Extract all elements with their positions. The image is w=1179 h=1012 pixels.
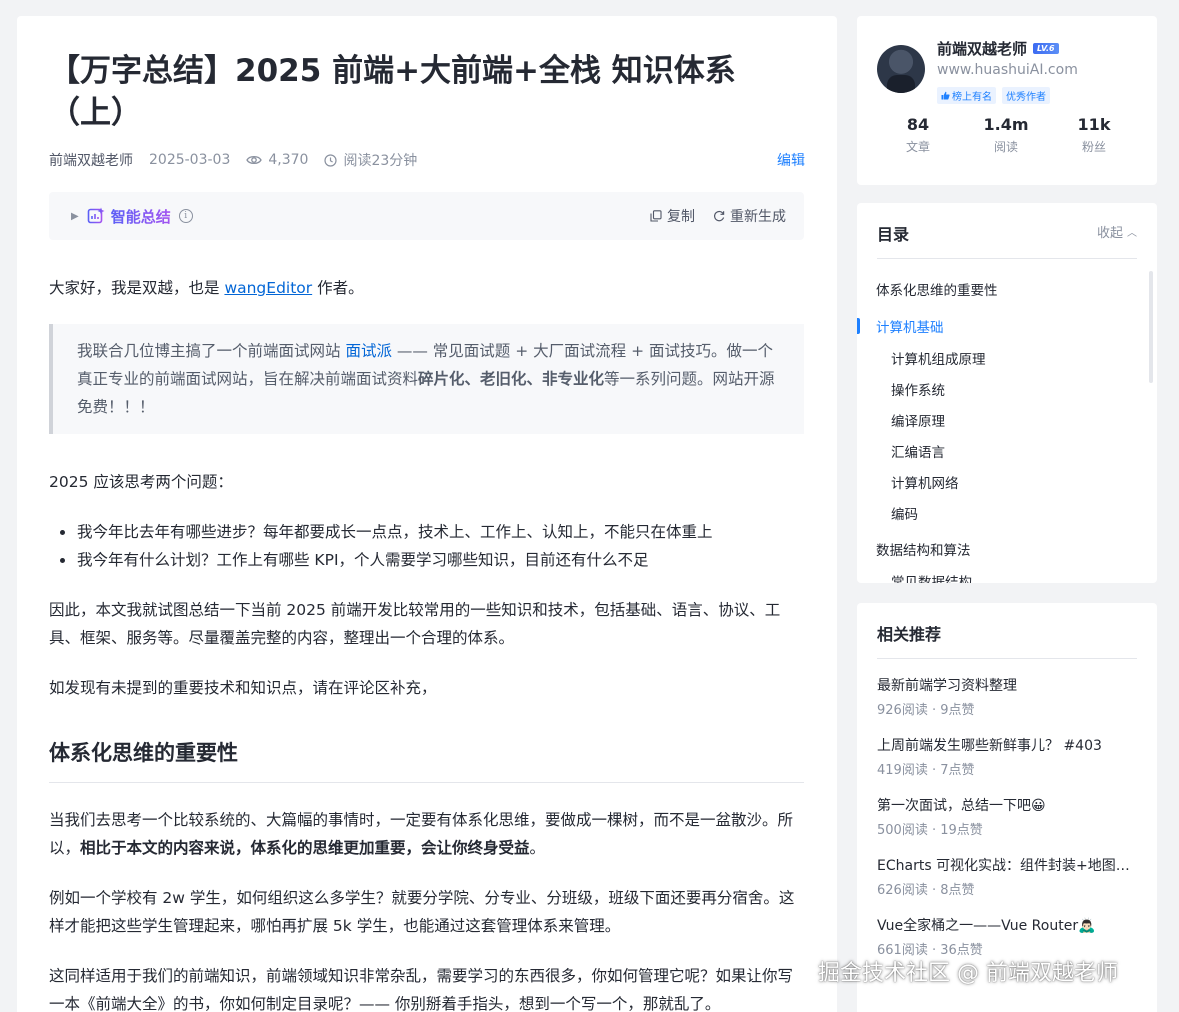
stat-followers[interactable]: 11k 粉丝 [1050,114,1138,155]
list-item: 我今年有什么计划？工作上有哪些 KPI，个人需要学习哪些知识，目前还有什么不足 [49,546,804,574]
publish-date: 2025-03-03 [149,152,231,168]
recommend-item-meta: 626阅读 · 8点赞 [877,883,975,898]
expand-caret-icon[interactable]: ▶ [71,211,79,222]
regenerate-button[interactable]: 重新生成 [713,206,786,226]
system-paragraph: 当我们去思考一个比较系统的、大篇幅的事情时，一定要有体系化思维，要做成一棵树，而… [49,811,794,857]
article-meta: 前端双越老师 2025-03-03 4,370 阅读23分钟 [49,150,417,170]
toc-item[interactable]: 常见数据结构 [891,571,972,583]
blockquote: 我联合几位博主搞了一个前端面试网站 面试派 —— 常见面试题 + 大厂面试流程 … [49,324,804,434]
recommend-item-title[interactable]: 第一次面试，总结一下吧😀 [877,796,1137,816]
recommend-item-title[interactable]: 上周前端发生哪些新鲜事儿？ #403 [877,736,1137,756]
toc-item[interactable]: 编码 [891,503,918,523]
copy-icon [650,210,662,222]
toc-item[interactable]: 体系化思维的重要性 [876,279,998,299]
toc-item[interactable]: 操作系统 [891,379,945,399]
badge-excellent-author: 优秀作者 [1002,87,1050,104]
eye-icon [246,155,263,165]
therefore-paragraph: 因此，本文我就试图总结一下当前 2025 前端开发比较常用的一些知识和技术，包括… [49,601,781,647]
ai-summary-icon [87,207,105,225]
info-icon[interactable]: i [178,209,193,223]
recommend-item[interactable]: Vue全家桶之一——Vue Router🙇🏻‍♂️ 661阅读 · 36点赞 [877,916,1137,960]
intro-paragraph: 大家好，我是双越，也是 wangEditor 作者。 [49,279,364,297]
recommend-item-title[interactable]: Vue全家桶之一——Vue Router🙇🏻‍♂️ [877,916,1137,936]
read-time-value: 阅读23分钟 [343,153,418,169]
toc-collapse-button[interactable]: 收起 ︿ [1097,221,1137,241]
author-card: 前端双越老师 LV.6 www.huashuiAI.com 榜上有名 优秀作者 … [857,16,1157,185]
author-name[interactable]: 前端双越老师 LV.6 [937,38,1059,59]
mianshipai-link[interactable]: 面试派 [345,342,392,360]
question-list: 我今年比去年有哪些进步？每年都要成长一点点，技术上、工作上、认知上，不能只在体重… [49,518,804,574]
section-heading: 体系化思维的重要性 [49,738,804,783]
recommend-item-meta: 419阅读 · 7点赞 [877,763,975,778]
article-card: 【万字总结】2025 前端+大前端+全栈 知识体系（上） 前端双越老师 2025… [17,16,837,1012]
thumb-icon [941,91,950,100]
recommend-item-title[interactable]: ECharts 可视化实战：组件封装+地图轮播+响应式适配 [877,856,1137,876]
copy-label: 复制 [667,209,695,225]
recommend-item[interactable]: 上周前端发生哪些新鲜事儿？ #403 419阅读 · 7点赞 [877,736,1137,780]
stat-articles[interactable]: 84 文章 [874,114,962,155]
toc-item[interactable]: 汇编语言 [891,441,945,461]
recommend-item[interactable]: 第一次面试，总结一下吧😀 500阅读 · 19点赞 [877,796,1137,840]
view-count-value: 4,370 [268,152,309,168]
toc-item-active[interactable]: 计算机基础 [876,316,944,336]
regenerate-label: 重新生成 [730,209,786,225]
view-count: 4,370 [246,152,308,168]
clock-icon [324,153,338,167]
questions-paragraph: 2025 应该思考两个问题： [49,473,233,491]
level-badge: LV.6 [1033,43,1059,54]
watermark: 掘金技术社区 @ 前端双越老师 [818,961,1118,986]
list-item: 我今年比去年有哪些进步？每年都要成长一点点，技术上、工作上、认知上，不能只在体重… [49,518,804,546]
chevron-up-icon: ︿ [1127,227,1137,239]
stat-reads: 1.4m 阅读 [983,115,1029,154]
ai-summary-label[interactable]: 智能总结 [111,206,171,227]
toc-item[interactable]: 计算机网络 [891,472,959,492]
toc-title: 目录 [877,225,910,244]
toc-active-indicator [857,318,860,334]
recommend-item[interactable]: ECharts 可视化实战：组件封装+地图轮播+响应式适配 626阅读 · 8点… [877,856,1137,900]
author-link[interactable]: 前端双越老师 [49,150,133,170]
article-title: 【万字总结】2025 前端+大前端+全栈 知识体系（上） [49,53,736,131]
toc-header: 目录 收起 ︿ [877,221,1137,259]
read-time: 阅读23分钟 [324,150,417,170]
toc-item[interactable]: 编译原理 [891,410,945,430]
badge-ranking: 榜上有名 [937,87,996,104]
recommend-item[interactable]: 最新前端学习资料整理 926阅读 · 9点赞 [877,676,1137,720]
recommend-item-meta: 926阅读 · 9点赞 [877,703,975,718]
author-website: www.huashuiAI.com [937,62,1078,78]
ai-summary-bar[interactable]: ▶ 智能总结 i 复制 重新生成 [49,192,804,240]
toc-scrollbar[interactable] [1149,271,1153,383]
recommend-title: 相关推荐 [877,621,1137,659]
refresh-icon [714,210,725,222]
author-stats: 84 文章 1.4m 阅读 11k 粉丝 [857,114,1157,155]
toc-item[interactable]: 计算机组成原理 [891,348,986,368]
edit-link[interactable]: 编辑 [777,150,805,170]
toc-card: 目录 收起 ︿ 体系化思维的重要性 计算机基础 计算机组成原理 操作系统 编译原理… [857,203,1157,583]
copy-button[interactable]: 复制 [650,206,695,226]
frontend-paragraph: 这同样适用于我们的前端知识，前端领域知识非常杂乱，需要学习的东西很多，你如何管理… [49,967,794,1012]
recommend-card: 相关推荐 最新前端学习资料整理 926阅读 · 9点赞 上周前端发生哪些新鲜事儿… [857,603,1157,1012]
wangeditor-link[interactable]: wangEditor [224,279,312,297]
comment-paragraph: 如发现有未提到的重要技术和知识点，请在评论区补充， [49,679,437,697]
avatar[interactable] [877,45,925,93]
toc-item[interactable]: 数据结构和算法 [876,539,971,559]
school-paragraph: 例如一个学校有 2w 学生，如何组织这么多学生？就要分学院、分专业、分班级，班级… [49,889,795,935]
recommend-item-meta: 500阅读 · 19点赞 [877,823,983,838]
recommend-item-title[interactable]: 最新前端学习资料整理 [877,676,1137,696]
author-badges: 榜上有名 优秀作者 [937,87,1056,104]
